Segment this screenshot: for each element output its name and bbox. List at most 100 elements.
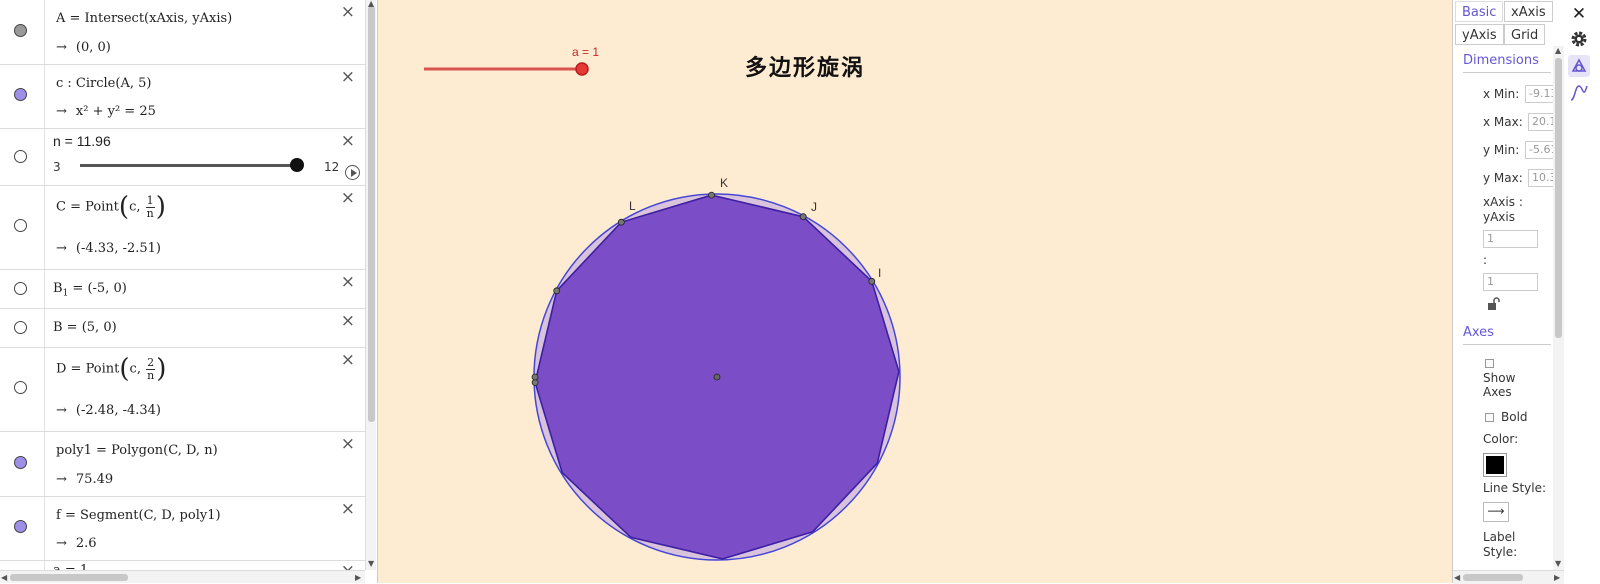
delete-icon[interactable]: ×	[341, 274, 355, 291]
scroll-left-icon[interactable]: ◀	[1, 573, 7, 582]
visibility-toggle[interactable]	[14, 520, 27, 533]
axes-section-title: Axes	[1463, 325, 1494, 340]
play-icon[interactable]	[345, 165, 360, 180]
delete-icon[interactable]: ×	[341, 4, 355, 21]
definition-text: C = Point(c, 1 n)	[56, 192, 166, 222]
bold-label: Bold	[1501, 410, 1528, 424]
vertex-point[interactable]	[553, 287, 561, 295]
scroll-down-icon[interactable]: ▼	[368, 559, 374, 568]
gear-icon[interactable]	[1568, 28, 1590, 50]
visibility-toggle[interactable]	[14, 150, 27, 163]
vertex-point[interactable]	[868, 277, 876, 285]
delete-icon[interactable]: ×	[341, 313, 355, 330]
delete-icon[interactable]: ×	[341, 133, 355, 150]
color-label: Color:	[1483, 432, 1519, 446]
vertex-point[interactable]	[617, 218, 625, 226]
output-arrow-icon: →	[56, 40, 67, 55]
tab-xaxis[interactable]: xAxis	[1504, 1, 1553, 22]
scroll-left-icon[interactable]: ◀	[1454, 573, 1460, 582]
visibility-toggle[interactable]	[14, 282, 27, 295]
fraction-numerator: 2	[146, 355, 156, 370]
ratio-x-input[interactable]: 1	[1483, 230, 1538, 248]
definition-text: D = Point(c, 2 n)	[56, 354, 166, 384]
tab-grid[interactable]: Grid	[1504, 24, 1546, 45]
tab-basic[interactable]: Basic	[1455, 1, 1504, 22]
algebra-vertical-scrollbar[interactable]: ▲ ▼	[365, 0, 376, 570]
algebra-row-b[interactable]: B = (5, 0) ×	[0, 309, 365, 348]
delete-icon[interactable]: ×	[341, 352, 355, 369]
vertex-point[interactable]	[799, 213, 807, 221]
output-text: → x² + y² = 25	[56, 104, 156, 119]
algebra-row-c[interactable]: c : Circle(A, 5) → x² + y² = 25 ×	[0, 65, 365, 129]
scroll-right-icon[interactable]: ▶	[1554, 573, 1560, 582]
center-point-a[interactable]	[713, 373, 721, 381]
definition-text: c : Circle(A, 5)	[56, 76, 152, 91]
algebra-row-point-d[interactable]: D = Point(c, 2 n) → (-2.48, -4.34) ×	[0, 348, 365, 432]
properties-horizontal-scrollbar[interactable]: ◀ ▶	[1453, 570, 1564, 584]
scroll-up-icon[interactable]: ▲	[1555, 46, 1561, 55]
scrollbar-thumb[interactable]	[1555, 58, 1562, 338]
fraction-numerator: 1	[145, 193, 155, 208]
algebra-row-a[interactable]: A = Intersect(xAxis, yAxis) → (0, 0) ×	[0, 0, 365, 65]
output-text: → 2.6	[56, 536, 97, 551]
visibility-toggle[interactable]	[14, 321, 27, 334]
visibility-toggle[interactable]	[14, 381, 27, 394]
algebra-row-f[interactable]: f = Segment(C, D, poly1) → 2.6 ×	[0, 497, 365, 561]
delete-icon[interactable]: ×	[341, 436, 355, 453]
show-axes-checkbox[interactable]	[1485, 359, 1494, 368]
algebra-row-n-slider[interactable]: n = 11.96 3 12 ×	[0, 129, 365, 186]
delete-icon[interactable]: ×	[341, 190, 355, 207]
scrollbar-thumb[interactable]	[368, 6, 375, 422]
vertex-point[interactable]	[708, 191, 715, 199]
row-gutter-divider	[44, 309, 45, 347]
ymax-label: y Max:	[1483, 171, 1523, 185]
output-arrow-icon: →	[56, 472, 67, 487]
algebra-horizontal-scrollbar[interactable]: ◀ ▶	[0, 570, 365, 583]
algebra-row-point-c[interactable]: C = Point(c, 1 n) → (-4.33, -2.51) ×	[0, 186, 365, 270]
line-style-button[interactable]: ⟶	[1483, 502, 1509, 522]
visibility-toggle[interactable]	[14, 24, 27, 37]
output-text: → (0, 0)	[56, 40, 111, 55]
algebra-row-b1[interactable]: B1 = (-5, 0) ×	[0, 270, 365, 309]
section-divider	[1463, 72, 1551, 73]
row-gutter-divider	[44, 270, 45, 308]
definition-text: B1 = (-5, 0)	[53, 281, 127, 299]
vertex-point[interactable]	[531, 373, 539, 381]
graphics-settings-icon[interactable]	[1568, 55, 1590, 77]
close-icon[interactable]: ✕	[1568, 3, 1590, 25]
scroll-right-icon[interactable]: ▶	[355, 573, 361, 582]
definition-text: poly1 = Polygon(C, D, n)	[56, 443, 218, 458]
scrollbar-thumb[interactable]	[10, 574, 128, 581]
delete-icon[interactable]: ×	[341, 501, 355, 518]
ymin-input[interactable]: -5.618	[1525, 141, 1555, 159]
slider-handle[interactable]	[290, 158, 304, 172]
ratio-y-input[interactable]: 1	[1483, 273, 1538, 291]
axis-color-button[interactable]	[1483, 453, 1507, 477]
visibility-toggle[interactable]	[14, 219, 27, 232]
graphics-view[interactable]: a = 1 多边形旋涡 K L J I	[377, 0, 1453, 583]
properties-vertical-scrollbar[interactable]: ▲ ▼	[1553, 46, 1564, 570]
output-text: → (-4.33, -2.51)	[56, 241, 161, 256]
vertex-point[interactable]	[531, 379, 539, 386]
visibility-toggle[interactable]	[14, 456, 27, 469]
scroll-up-icon[interactable]: ▲	[368, 0, 374, 8]
slider-track[interactable]	[80, 164, 298, 167]
slider-a-handle[interactable]	[575, 62, 589, 76]
lock-open-icon[interactable]	[1487, 297, 1501, 311]
xmax-input[interactable]: 20.10	[1528, 113, 1555, 131]
scrollbar-thumb[interactable]	[1463, 574, 1523, 581]
output-text: → 75.49	[56, 472, 113, 487]
scroll-down-icon[interactable]: ▼	[1555, 559, 1561, 568]
xmin-input[interactable]: -9.133	[1525, 85, 1555, 103]
graphics-canvas[interactable]: a = 1 多边形旋涡 K L J I	[378, 0, 1453, 583]
properties-panel: Basic xAxis yAxis Grid Dimensions x Min:…	[1452, 0, 1600, 584]
tab-yaxis[interactable]: yAxis	[1455, 24, 1504, 45]
dimensions-section-title: Dimensions	[1463, 53, 1539, 68]
fraction: 2n	[146, 355, 156, 382]
function-graph-icon[interactable]	[1568, 82, 1590, 104]
visibility-toggle[interactable]	[14, 88, 27, 101]
ymax-input[interactable]: 10.32	[1528, 169, 1555, 187]
delete-icon[interactable]: ×	[341, 69, 355, 86]
bold-checkbox[interactable]	[1485, 413, 1494, 422]
algebra-row-poly1[interactable]: poly1 = Polygon(C, D, n) → 75.49 ×	[0, 432, 365, 497]
